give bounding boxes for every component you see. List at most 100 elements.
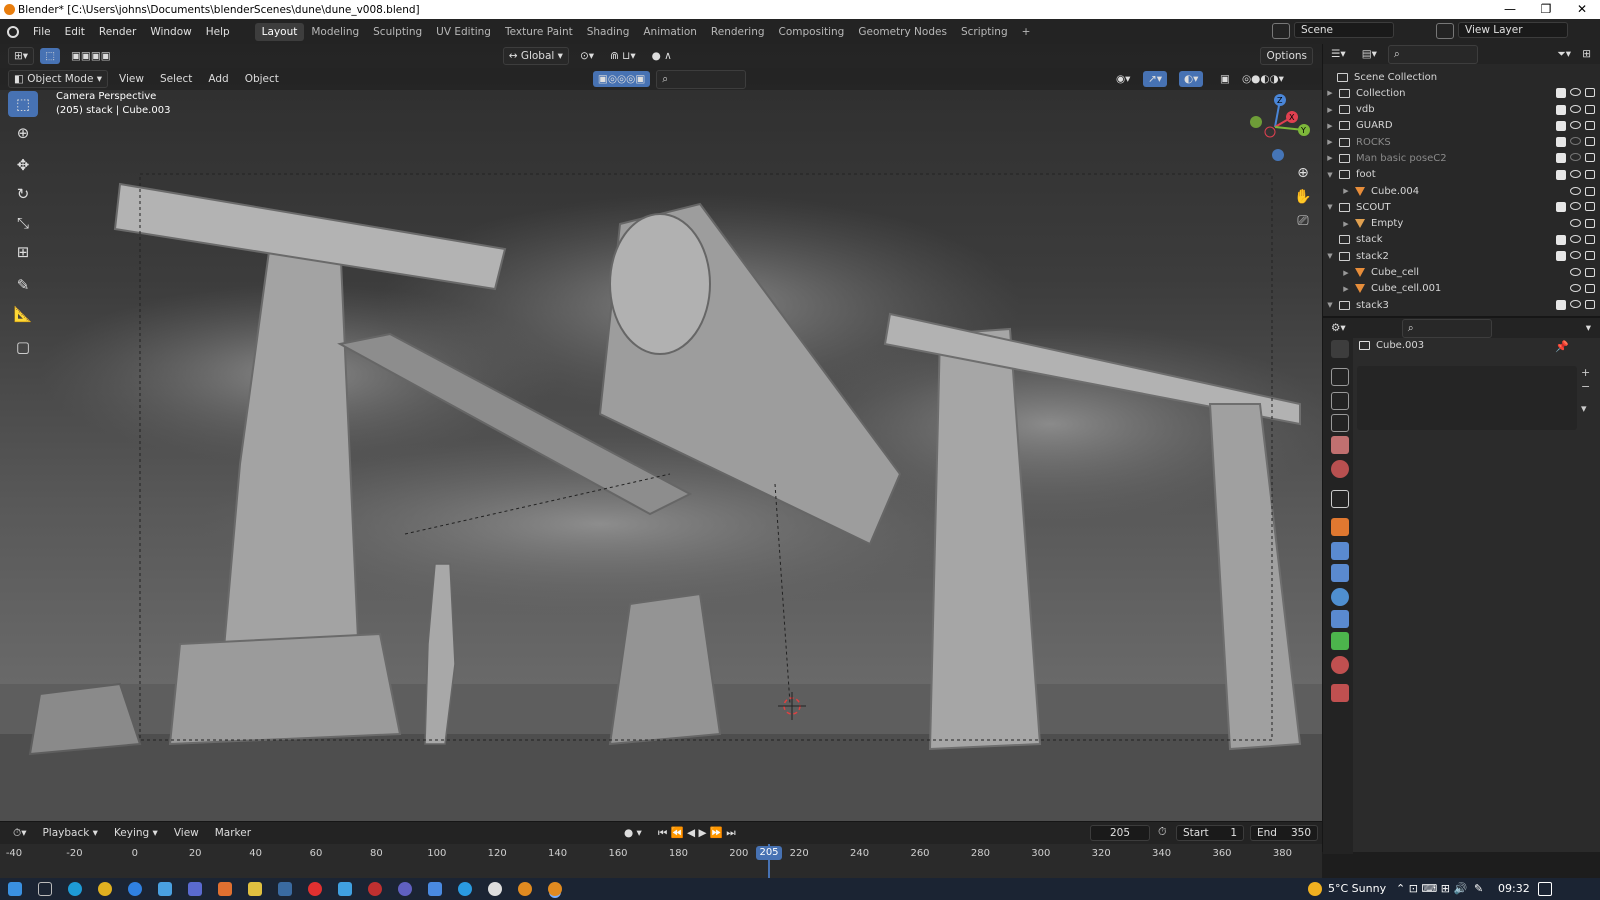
playback-menu[interactable]: Playback ▾ <box>37 825 102 841</box>
scale-tool-icon[interactable]: ⤡ <box>8 210 38 236</box>
transform-tool-icon[interactable]: ⊞ <box>8 239 38 265</box>
outliner-row[interactable]: ▶ Cube_cell <box>1323 264 1600 281</box>
expand-arrow-icon[interactable]: ▼ <box>1325 252 1335 260</box>
file-explorer-icon[interactable] <box>248 882 262 896</box>
display-mode-icon[interactable]: ▤▾ <box>1357 46 1382 62</box>
outliner-row[interactable]: ▶ Collection <box>1323 85 1600 102</box>
material-tab-icon[interactable] <box>1331 656 1349 674</box>
add-workspace-button[interactable]: + <box>1015 23 1038 41</box>
timeline-editor-type-icon[interactable]: ⏱▾ <box>8 825 31 842</box>
eye-icon[interactable] <box>1570 120 1581 129</box>
outliner-editor-type-icon[interactable]: ☰▾ <box>1326 46 1351 62</box>
tab-scripting[interactable]: Scripting <box>954 23 1015 41</box>
pen-icon[interactable]: ✎ <box>1474 882 1483 895</box>
output-tab-icon[interactable] <box>1331 392 1349 410</box>
clock-time[interactable]: 09:32 <box>1498 882 1530 895</box>
blender-taskbar-icon[interactable] <box>518 882 532 896</box>
expand-arrow-icon[interactable]: ▶ <box>1341 285 1351 293</box>
render-camera-icon[interactable] <box>1585 300 1595 310</box>
task-view-icon[interactable] <box>38 882 52 896</box>
select-mode-icons[interactable]: ▣▣▣▣ <box>66 48 116 64</box>
chrome-icon[interactable] <box>98 882 112 896</box>
exclude-checkbox[interactable] <box>1556 88 1566 99</box>
data-tab-icon[interactable] <box>1331 632 1349 650</box>
world-tab-icon[interactable] <box>1331 460 1349 478</box>
menu-object[interactable]: Object <box>240 71 284 87</box>
expand-arrow-icon[interactable]: ▶ <box>1341 187 1351 195</box>
editor-type-button[interactable]: ⊞▾ <box>8 47 35 65</box>
remove-slot-button[interactable]: − <box>1581 380 1590 393</box>
modifier-tab-icon[interactable] <box>1331 542 1349 560</box>
shading-mode-icons[interactable]: ◎●◐◑▾ <box>1237 71 1289 87</box>
expand-arrow-icon[interactable]: ▶ <box>1325 154 1335 162</box>
timeline-view-menu[interactable]: View <box>169 825 204 841</box>
keying-menu[interactable]: Keying ▾ <box>109 825 163 841</box>
render-camera-icon[interactable] <box>1585 219 1595 229</box>
render-camera-icon[interactable] <box>1585 88 1595 98</box>
blender-menu-icon[interactable] <box>0 19 26 44</box>
outliner-row[interactable]: ▶ Cube.004 <box>1323 183 1600 200</box>
render-camera-icon[interactable] <box>1585 268 1595 278</box>
snap-icon[interactable]: ⋒ ⊔▾ <box>605 48 641 64</box>
exclude-checkbox[interactable] <box>1556 104 1566 115</box>
expand-arrow-icon[interactable]: ▼ <box>1325 171 1335 179</box>
navigation-gizmo[interactable]: Z X Y <box>1240 92 1310 162</box>
search-icon[interactable]: ⌕ <box>656 69 747 89</box>
proportional-edit-icon[interactable]: ● ∧ <box>647 48 677 64</box>
menu-render[interactable]: Render <box>92 26 143 38</box>
exclude-checkbox[interactable] <box>1556 169 1566 180</box>
select-tool-icon[interactable]: ⬚ <box>40 48 60 64</box>
properties-search-icon[interactable]: ⌕ <box>1401 318 1492 338</box>
cursor-tool-icon[interactable]: ⊕ <box>8 120 38 146</box>
tool-tab-icon[interactable] <box>1331 340 1349 358</box>
zoom-icon[interactable]: ⊕ <box>1292 162 1314 184</box>
scene-name-field[interactable]: Scene <box>1294 22 1394 38</box>
expand-arrow-icon[interactable]: ▶ <box>1325 89 1335 97</box>
view-layer-field[interactable]: View Layer <box>1458 22 1568 38</box>
3d-viewport[interactable]: ⊞▾ ⬚ ▣▣▣▣ ↔ Global ▾ ⊙▾ ⋒ ⊔▾ ● ∧ Options… <box>0 44 1322 821</box>
exclude-checkbox[interactable] <box>1556 251 1566 262</box>
particles-tab-icon[interactable] <box>1331 564 1349 582</box>
app-icon-7[interactable] <box>428 882 442 896</box>
app-icon-2[interactable] <box>218 882 232 896</box>
app-icon-5[interactable] <box>368 882 382 896</box>
eye-icon[interactable] <box>1570 104 1581 113</box>
options-dropdown[interactable]: Options <box>1260 47 1313 65</box>
playback-controls[interactable]: ⏮ ⏪ ◀ ▶ ⏩ ⏭ <box>653 824 741 842</box>
expand-arrow-icon[interactable]: ▶ <box>1325 106 1335 114</box>
outliner-row[interactable]: ▼ foot <box>1323 167 1600 184</box>
tab-rendering[interactable]: Rendering <box>704 23 772 41</box>
minimize-button[interactable]: — <box>1492 0 1528 19</box>
constraints-tab-icon[interactable] <box>1331 610 1349 628</box>
physics-tab-icon[interactable] <box>1331 588 1349 606</box>
current-frame-field[interactable]: 205 <box>1090 825 1150 841</box>
end-frame-field[interactable]: End 350 <box>1250 825 1318 841</box>
layer-mask-icons[interactable]: ▣◎◎◎▣ <box>592 71 651 87</box>
scene-collection-row[interactable]: Scene Collection <box>1323 69 1600 86</box>
exclude-checkbox[interactable] <box>1556 234 1566 245</box>
properties-options-icon[interactable]: ▾ <box>1581 320 1596 336</box>
render-camera-icon[interactable] <box>1585 284 1595 294</box>
rotate-tool-icon[interactable]: ↻ <box>8 181 38 207</box>
eye-icon[interactable] <box>1570 186 1581 195</box>
expand-arrow-icon[interactable]: ▶ <box>1341 220 1351 228</box>
expand-arrow-icon[interactable]: ▶ <box>1325 138 1335 146</box>
view-layer-icon[interactable] <box>1436 23 1454 39</box>
tab-shading[interactable]: Shading <box>580 23 637 41</box>
outliner-row[interactable]: ▶ vdb <box>1323 101 1600 118</box>
outliner-search-icon[interactable]: ⌕ <box>1387 44 1478 64</box>
render-camera-icon[interactable] <box>1585 202 1595 212</box>
render-camera-icon[interactable] <box>1585 169 1595 179</box>
eye-icon[interactable] <box>1570 284 1581 293</box>
restore-button[interactable]: ❐ <box>1528 0 1564 19</box>
windows-start-icon[interactable] <box>8 882 22 896</box>
filter-icon[interactable]: ⏷▾ <box>1552 46 1576 63</box>
render-camera-icon[interactable] <box>1585 120 1595 130</box>
new-collection-icon[interactable]: ⊞ <box>1577 46 1596 62</box>
eye-icon[interactable] <box>1570 88 1581 97</box>
scene-tab-icon[interactable] <box>1331 436 1349 454</box>
pan-hand-icon[interactable]: ✋ <box>1292 186 1314 208</box>
render-tab-icon[interactable] <box>1331 368 1349 386</box>
scene-icon[interactable] <box>1272 23 1290 39</box>
collection-tab-icon[interactable] <box>1331 490 1349 508</box>
